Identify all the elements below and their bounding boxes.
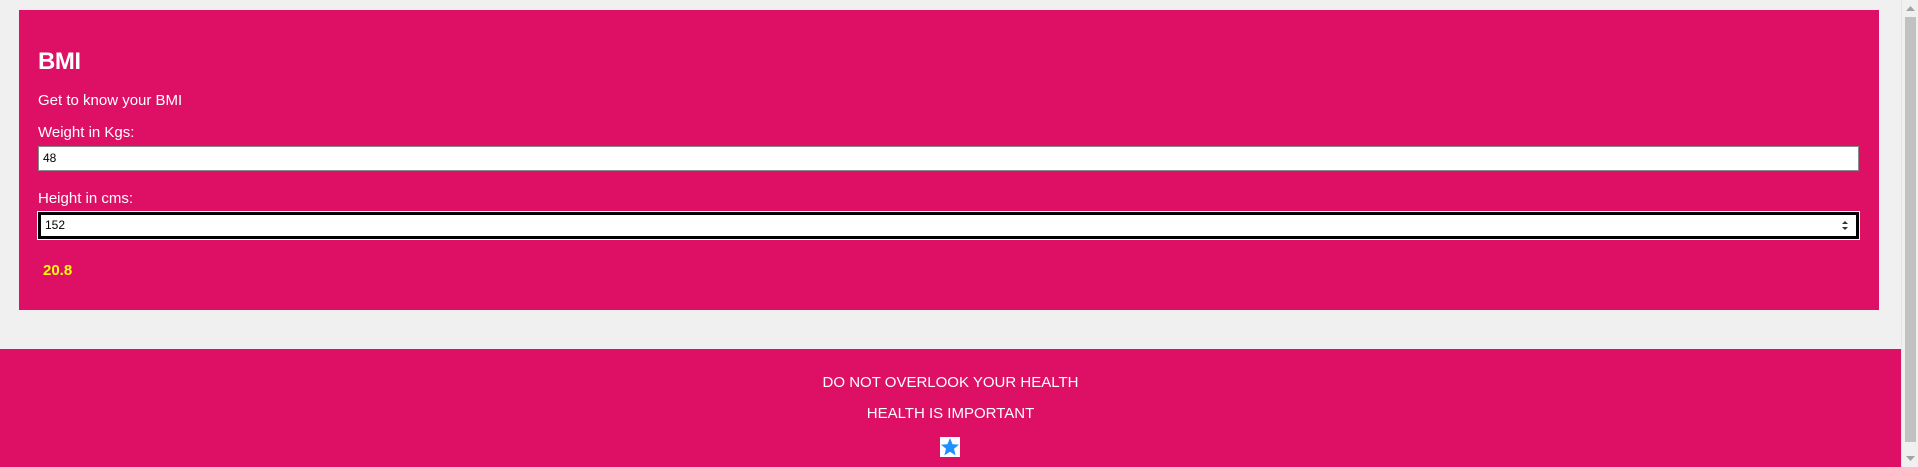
- weight-input[interactable]: 48: [38, 146, 1859, 171]
- page-title: BMI: [38, 48, 81, 75]
- scrollbar-thumb[interactable]: [1905, 17, 1916, 442]
- height-input-value: 152: [45, 218, 66, 232]
- vertical-scrollbar[interactable]: [1901, 0, 1918, 467]
- footer: DO NOT OVERLOOK YOUR HEALTH HEALTH IS IM…: [0, 349, 1901, 467]
- scroll-down-arrow-icon[interactable]: [1902, 450, 1918, 467]
- height-input[interactable]: 152: [37, 211, 1860, 240]
- subtitle: Get to know your BMI: [38, 92, 183, 109]
- height-label: Height in cms:: [38, 190, 134, 207]
- footer-line-2: HEALTH IS IMPORTANT: [866, 405, 1035, 422]
- bmi-card: BMI Get to know your BMI Weight in Kgs: …: [19, 10, 1879, 310]
- weight-input-value: 48: [43, 151, 57, 165]
- page: BMI Get to know your BMI Weight in Kgs: …: [0, 0, 1901, 467]
- footer-line-1: DO NOT OVERLOOK YOUR HEALTH: [822, 374, 1079, 391]
- scroll-up-arrow-icon[interactable]: [1902, 0, 1918, 17]
- star-icon: [940, 437, 960, 457]
- number-spinner-icon[interactable]: [1840, 218, 1850, 233]
- weight-label: Weight in Kgs:: [38, 124, 135, 141]
- bmi-result: 20.8: [43, 262, 73, 279]
